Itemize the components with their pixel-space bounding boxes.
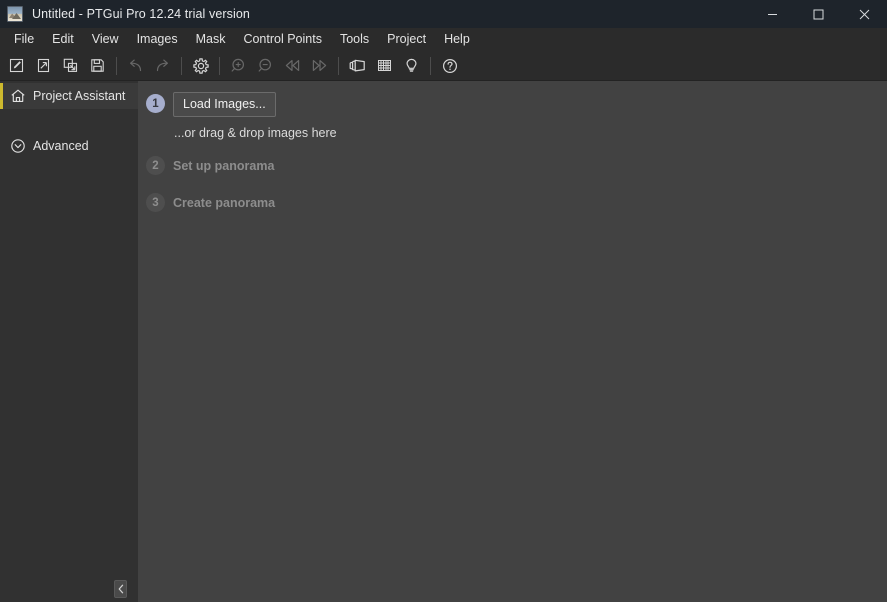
window-controls [749, 0, 887, 28]
save-icon[interactable] [84, 53, 111, 79]
chevron-down-circle-icon [9, 138, 26, 155]
undo-icon[interactable] [122, 53, 149, 79]
step-2: 2 Set up panorama [146, 153, 887, 176]
sidebar-item-project-assistant[interactable]: Project Assistant [0, 83, 138, 109]
body: Project Assistant Advanced 1 Load Images… [0, 81, 887, 602]
toolbar-separator [116, 56, 117, 75]
open-project-icon[interactable] [30, 53, 57, 79]
toolbar [0, 51, 887, 81]
toolbar-separator [181, 56, 182, 75]
sidebar-item-label: Advanced [33, 139, 89, 153]
menu-tools[interactable]: Tools [331, 30, 378, 49]
menu-edit[interactable]: Edit [43, 30, 83, 49]
step-2-label: Set up panorama [173, 159, 275, 173]
toolbar-separator [430, 56, 431, 75]
sidebar-item-label: Project Assistant [33, 89, 126, 103]
menu-mask[interactable]: Mask [187, 30, 235, 49]
menu-help[interactable]: Help [435, 30, 479, 49]
step-3-body: Create panorama [173, 190, 275, 213]
sidebar-footer [0, 580, 138, 602]
save-as-icon[interactable] [57, 53, 84, 79]
window-title: Untitled - PTGui Pro 12.24 trial version [32, 7, 250, 21]
step-3-label: Create panorama [173, 196, 276, 210]
redo-icon[interactable] [149, 53, 176, 79]
close-button[interactable] [841, 0, 887, 28]
sidebar: Project Assistant Advanced [0, 81, 138, 602]
chevron-left-icon[interactable] [114, 580, 127, 598]
minimize-button[interactable] [749, 0, 795, 28]
menu-project[interactable]: Project [378, 30, 435, 49]
inactive-accent-bar [0, 133, 3, 159]
sidebar-item-advanced[interactable]: Advanced [0, 133, 138, 159]
title-bar: Untitled - PTGui Pro 12.24 trial version [0, 0, 887, 28]
zoom-in-icon[interactable] [225, 53, 252, 79]
app-icon [7, 6, 23, 22]
lightbulb-icon[interactable] [398, 53, 425, 79]
menu-control-points[interactable]: Control Points [234, 30, 331, 49]
step-1-body: Load Images... ...or drag & drop images … [173, 91, 337, 140]
grid-icon[interactable] [371, 53, 398, 79]
menu-images[interactable]: Images [128, 30, 187, 49]
panorama-editor-icon[interactable] [344, 53, 371, 79]
maximize-button[interactable] [795, 0, 841, 28]
toolbar-separator [338, 56, 339, 75]
gear-icon[interactable] [187, 53, 214, 79]
step-2-body: Set up panorama [173, 153, 274, 176]
project-assistant-panel: 1 Load Images... ...or drag & drop image… [138, 81, 887, 602]
step-3-number: 3 [146, 193, 165, 212]
help-icon[interactable] [436, 53, 463, 79]
step-2-number: 2 [146, 156, 165, 175]
menu-file[interactable]: File [5, 30, 43, 49]
step-1: 1 Load Images... ...or drag & drop image… [146, 91, 887, 140]
load-images-button[interactable]: Load Images... [173, 92, 276, 117]
step-3: 3 Create panorama [146, 190, 887, 213]
new-project-icon[interactable] [3, 53, 30, 79]
previous-image-icon[interactable] [279, 53, 306, 79]
drag-drop-hint: ...or drag & drop images here [174, 126, 337, 140]
menu-view[interactable]: View [83, 30, 128, 49]
active-accent-bar [0, 83, 3, 109]
step-1-number: 1 [146, 94, 165, 113]
home-icon [9, 88, 26, 105]
menu-bar: File Edit View Images Mask Control Point… [0, 28, 887, 51]
ptgui-window: Untitled - PTGui Pro 12.24 trial version… [0, 0, 887, 602]
toolbar-separator [219, 56, 220, 75]
next-image-icon[interactable] [306, 53, 333, 79]
zoom-out-icon[interactable] [252, 53, 279, 79]
